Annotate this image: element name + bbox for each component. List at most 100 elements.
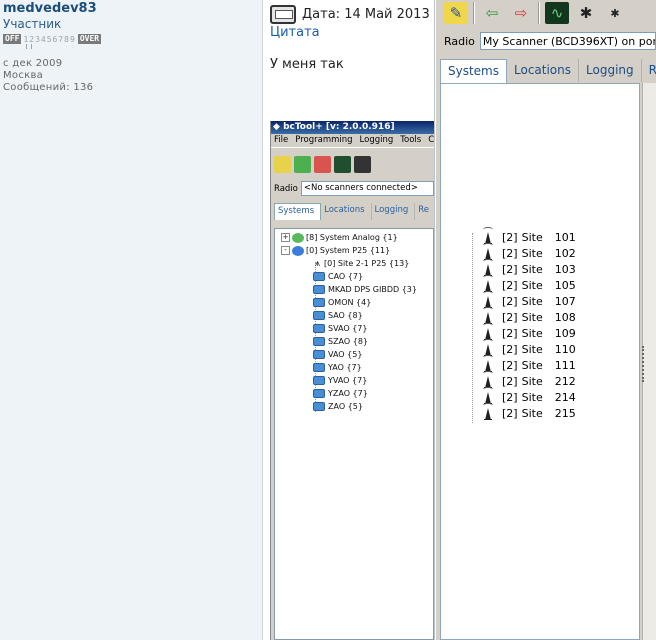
tab-bar: Systems Locations Logging Recor	[440, 59, 656, 84]
site-tree-item[interactable]: [2] Site 107	[480, 291, 576, 309]
tab-logging[interactable]: Logging	[579, 59, 642, 82]
mini-write-icon	[314, 155, 331, 173]
mini-tabs: Systems Locations Logging Re	[271, 203, 434, 220]
site-tree-item[interactable]: [2] Site 101	[480, 227, 576, 245]
site-badge: [2]	[502, 262, 518, 276]
mini-tree-item: YVAO {7}	[313, 374, 367, 387]
mini-paw-icon	[354, 155, 371, 173]
mini-tree-label: SVAO {7}	[328, 324, 368, 333]
username[interactable]: medvedev83	[3, 1, 97, 16]
quote-link[interactable]: Цитата	[270, 25, 320, 40]
site-label: Site	[521, 262, 543, 276]
mini-tree-label: [8] System Analog {1}	[306, 233, 398, 242]
site-badge: [2]	[502, 358, 518, 372]
paw-icon[interactable]: ✱	[574, 2, 598, 24]
scanner-wand-icon[interactable]: ✎	[444, 2, 468, 24]
mini-wand-icon	[274, 155, 291, 173]
rank-off-label: OFF	[3, 34, 22, 44]
rank-over-label: OVER	[77, 34, 102, 44]
mini-tree-item: YZAO {7}	[313, 387, 368, 400]
site-badge: [2]	[502, 406, 518, 420]
site-badge: [2]	[502, 342, 518, 356]
site-tree-item[interactable]: [2] Site 108	[480, 307, 576, 325]
mini-tree-label: [0] System P25 {11}	[306, 246, 391, 255]
mini-read-icon	[294, 155, 311, 173]
mini-tree-item: SZAO {8}	[313, 335, 368, 348]
paw-small-icon[interactable]: ✱	[603, 2, 627, 24]
site-label: Site	[521, 342, 543, 356]
site-badge: [2]	[502, 246, 518, 260]
site-tree-item[interactable]: [2] Site 110	[480, 339, 576, 357]
mini-tree-label: MKAD DPS GIBDD {3}	[328, 285, 417, 294]
mini-group-icon	[313, 337, 325, 346]
member-since: с дек 2009	[3, 58, 63, 69]
site-tree-item[interactable]: [2] Site 111	[480, 355, 576, 373]
mini-radio-label: Radio	[274, 183, 298, 194]
rank-scale: 123456789	[23, 34, 76, 44]
site-label: Site	[521, 374, 543, 388]
mini-site-tower-icon: ⩚	[314, 258, 321, 269]
read-from-scanner-icon[interactable]: ⇦	[480, 2, 504, 24]
mini-tree-label: SAO {8}	[328, 311, 363, 320]
mini-tab-re: Re	[415, 203, 434, 220]
site-tree-item[interactable]: [2] Site 102	[480, 243, 576, 261]
mini-group-icon	[313, 285, 325, 294]
radio-select[interactable]: My Scanner (BCD396XT) on port COM	[479, 32, 656, 50]
mini-menubar: File Programming Logging Tools C	[271, 134, 434, 147]
site-tree-item[interactable]: [2] Site 215	[480, 403, 576, 421]
site-tree-item[interactable]: [2] Site 212	[480, 371, 576, 389]
mini-tree-item: YAO {7}	[313, 361, 362, 374]
tab-locations[interactable]: Locations	[507, 59, 580, 82]
site-number: 107	[554, 294, 576, 308]
mini-tree-item: + [8] System Analog {1}	[281, 231, 398, 244]
site-label: Site	[521, 406, 543, 420]
site-label: Site	[521, 294, 543, 308]
site-tree-item[interactable]: [2] Site 109	[480, 323, 576, 341]
mini-tree-label: OMON {4}	[328, 298, 372, 307]
mini-group-icon	[313, 363, 325, 372]
mini-group-icon	[313, 298, 325, 307]
mini-tree-item: MKAD DPS GIBDD {3}	[313, 283, 417, 296]
site-number: 101	[554, 230, 576, 244]
tab-systems[interactable]: Systems	[440, 59, 507, 84]
site-label: Site	[521, 358, 543, 372]
mini-group-icon	[313, 402, 325, 411]
post-text: У меня так	[270, 57, 344, 72]
rank-bar: OFF 123456789 OVER	[3, 34, 102, 44]
splitter-grip[interactable]	[642, 346, 647, 382]
mini-tree-label: YVAO {7}	[328, 376, 368, 385]
mini-tree-item: CAO {7}	[313, 270, 363, 283]
post-date: Дата: 14 Май 2013	[302, 6, 430, 22]
site-number: 102	[554, 246, 576, 260]
site-badge: [2]	[502, 294, 518, 308]
site-label: Site	[521, 230, 543, 244]
user-profile-panel: medvedev83 Участник OFF 123456789 OVER с…	[0, 0, 263, 640]
site-label: Site	[521, 326, 543, 340]
mini-tree-item: ZAO {5}	[313, 400, 363, 413]
radio-tower-icon	[480, 403, 496, 421]
mini-toolbar	[271, 147, 434, 180]
mini-tree-item: VAO {5}	[313, 348, 362, 361]
site-number: 215	[554, 406, 576, 420]
site-badge: [2]	[502, 230, 518, 244]
site-badge: [2]	[502, 278, 518, 292]
site-tree-item[interactable]: [2] Site 214	[480, 387, 576, 405]
mini-tree-item: SAO {8}	[313, 309, 363, 322]
tab-recording[interactable]: Recor	[642, 59, 656, 82]
mini-tree: + [8] System Analog {1} - [0] System P25 {1…	[274, 228, 434, 640]
site-badge: [2]	[502, 390, 518, 404]
user-location: Москва	[3, 70, 44, 81]
main-toolbar: ✎ ⇦ ⇨ ∿ ✱ ✱	[436, 0, 656, 26]
site-number: 212	[554, 374, 576, 388]
site-number: 108	[554, 310, 576, 324]
site-badge: [2]	[502, 374, 518, 388]
mini-tree-label: ZAO {5}	[328, 402, 363, 411]
write-to-scanner-icon[interactable]: ⇨	[509, 2, 533, 24]
mini-group-icon	[313, 350, 325, 359]
scope-icon[interactable]: ∿	[545, 2, 569, 24]
mini-tree-label: VAO {5}	[328, 350, 363, 359]
mini-window-title: ◆ bcTool+ [v: 2.0.0.916]	[271, 121, 434, 134]
post-count: Сообщений: 136	[3, 82, 94, 93]
site-tree-item[interactable]: [2] Site 103	[480, 259, 576, 277]
site-tree-item[interactable]: [2] Site 105	[480, 275, 576, 293]
